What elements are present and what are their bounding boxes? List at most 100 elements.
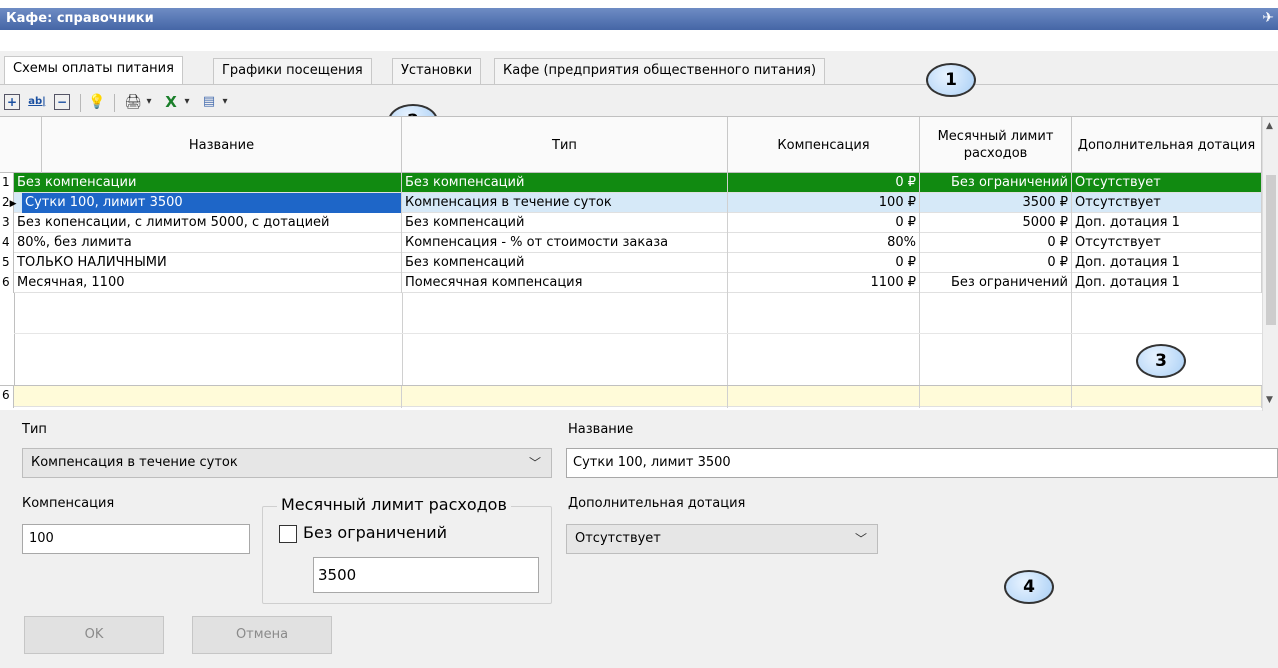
grid-column-line	[919, 293, 920, 385]
cell-limit[interactable]: Без ограничений	[920, 173, 1072, 193]
window-titlebar: Кафе: справочники ✈	[0, 0, 1278, 51]
scrollbar-thumb[interactable]	[1266, 175, 1276, 325]
cell-limit[interactable]: 0 ₽	[920, 233, 1072, 253]
no-limit-label[interactable]: Без ограничений	[303, 523, 447, 542]
cell-compensation[interactable]: 100 ₽	[728, 193, 920, 213]
table-row[interactable]: 4 80%, без лимита Компенсация - % от сто…	[0, 233, 1262, 253]
grid-column-line	[727, 293, 728, 385]
cell-extra[interactable]: Доп. дотация 1	[1072, 273, 1262, 293]
grid-vertical-scrollbar[interactable]: ▲ ▼	[1262, 117, 1278, 411]
no-limit-checkbox[interactable]	[279, 525, 297, 543]
header-extra-subsidy[interactable]: Дополнительная дотация	[1072, 117, 1262, 173]
cell-compensation[interactable]: 1100 ₽	[728, 273, 920, 293]
footer-cell[interactable]	[728, 386, 920, 408]
cancel-button[interactable]: Отмена	[192, 616, 332, 654]
tab-label: Кафе (предприятия общественного питания)	[503, 63, 817, 78]
table-row[interactable]: 1 Без компенсации Без компенсаций 0 ₽ Бе…	[0, 173, 1262, 193]
delete-icon[interactable]: −	[54, 94, 70, 110]
name-input[interactable]: Сутки 100, лимит 3500	[566, 448, 1278, 478]
row-number: 1	[0, 173, 14, 193]
titlebar-strip	[0, 8, 1278, 30]
header-name[interactable]: Название	[42, 117, 402, 173]
tab-cafes[interactable]: Кафе (предприятия общественного питания)	[494, 58, 826, 84]
grid-footer-row[interactable]: 6	[0, 385, 1262, 408]
cell-name[interactable]: 80%, без лимита	[14, 233, 402, 253]
table-row[interactable]: 3 Без копенсации, с лимитом 5000, с дота…	[0, 213, 1262, 233]
toolbar-separator	[80, 94, 81, 112]
cell-name[interactable]: Без компенсации	[14, 173, 402, 193]
footer-cell[interactable]	[1072, 386, 1262, 408]
cell-extra[interactable]: Отсутствует	[1072, 173, 1262, 193]
cell-name[interactable]: Месячная, 1100	[14, 273, 402, 293]
cell-compensation[interactable]: 0 ₽	[728, 213, 920, 233]
help-icon[interactable]: ✈	[1262, 10, 1274, 26]
name-label: Название	[568, 422, 634, 437]
tab-visit-schedules[interactable]: Графики посещения	[213, 58, 372, 84]
cell-limit[interactable]: 3500 ₽	[920, 193, 1072, 213]
row-number: 4	[0, 233, 14, 253]
table-row[interactable]: 6 Месячная, 1100 Помесячная компенсация …	[0, 273, 1262, 293]
excel-icon[interactable]: X	[160, 92, 182, 112]
footer-cell[interactable]	[402, 386, 728, 408]
grid-empty-line	[14, 333, 1262, 334]
monthly-limit-input[interactable]: 3500	[313, 557, 539, 593]
tab-label: Установки	[401, 63, 473, 78]
print-dropdown-icon[interactable]: ▾	[142, 92, 156, 112]
cell-extra[interactable]: Отсутствует	[1072, 193, 1262, 213]
excel-dropdown-icon[interactable]: ▾	[180, 92, 194, 112]
cell-limit[interactable]: 0 ₽	[920, 253, 1072, 273]
table-row[interactable]: 5 ТОЛЬКО НАЛИЧНЫМИ Без компенсаций 0 ₽ 0…	[0, 253, 1262, 273]
chevron-down-icon: ﹀	[528, 456, 541, 470]
cell-type[interactable]: Помесячная компенсация	[402, 273, 728, 293]
row-marker-icon: ▶	[9, 199, 17, 209]
row-number: 3	[0, 213, 14, 233]
print-icon[interactable]: 🖨	[122, 92, 144, 112]
compensation-label: Компенсация	[22, 496, 115, 511]
header-rownum	[0, 117, 42, 173]
cell-name[interactable]: Сутки 100, лимит 3500	[22, 193, 402, 213]
export-dropdown-icon[interactable]: ▾	[218, 92, 232, 112]
scroll-down-icon[interactable]: ▼	[1266, 395, 1273, 405]
cell-type[interactable]: Без компенсаций	[402, 253, 728, 273]
type-combobox[interactable]: Компенсация в течение суток ﹀	[22, 448, 552, 478]
tab-label: Схемы оплаты питания	[13, 61, 174, 76]
tab-settings[interactable]: Установки	[392, 58, 482, 84]
tab-divider	[0, 84, 1278, 85]
cell-type[interactable]: Компенсация - % от стоимости заказа	[402, 233, 728, 253]
export-icon[interactable]: ▤	[198, 92, 220, 112]
grid-column-line	[1071, 293, 1072, 385]
ok-button[interactable]: OK	[24, 616, 164, 654]
cell-name[interactable]: Без копенсации, с лимитом 5000, с дотаци…	[14, 213, 402, 233]
cell-type[interactable]: Без компенсаций	[402, 173, 728, 193]
filter-icon[interactable]: 💡	[86, 92, 108, 112]
cell-extra[interactable]: Отсутствует	[1072, 233, 1262, 253]
footer-cell[interactable]	[920, 386, 1072, 408]
cell-extra[interactable]: Доп. дотация 1	[1072, 253, 1262, 273]
grid-rownum-line	[14, 293, 15, 385]
callout-3: 3	[1136, 344, 1186, 378]
footer-cell[interactable]	[14, 386, 402, 408]
table-row-selected[interactable]: 2▶ Сутки 100, лимит 3500 Компенсация в т…	[0, 193, 1262, 213]
cell-limit[interactable]: 5000 ₽	[920, 213, 1072, 233]
scroll-up-icon[interactable]: ▲	[1266, 121, 1273, 131]
cell-name[interactable]: ТОЛЬКО НАЛИЧНЫМИ	[14, 253, 402, 273]
toolbar-separator	[114, 94, 115, 112]
extra-subsidy-combobox[interactable]: Отсутствует ﹀	[566, 524, 878, 554]
type-combobox-value: Компенсация в течение суток	[31, 455, 238, 470]
compensation-input[interactable]: 100	[22, 524, 250, 554]
window-title: Кафе: справочники	[6, 11, 154, 26]
cell-compensation[interactable]: 0 ₽	[728, 173, 920, 193]
header-compensation[interactable]: Компенсация	[728, 117, 920, 173]
header-monthly-limit[interactable]: Месячный лимит расходов	[920, 117, 1072, 173]
add-icon[interactable]: +	[4, 94, 20, 110]
cell-compensation[interactable]: 0 ₽	[728, 253, 920, 273]
cell-compensation[interactable]: 80%	[728, 233, 920, 253]
cell-type[interactable]: Без компенсаций	[402, 213, 728, 233]
cell-type[interactable]: Компенсация в течение суток	[402, 193, 728, 213]
cell-limit[interactable]: Без ограничений	[920, 273, 1072, 293]
tab-payment-schemes[interactable]: Схемы оплаты питания	[4, 56, 183, 84]
header-type[interactable]: Тип	[402, 117, 728, 173]
edit-icon[interactable]: ab|	[26, 92, 48, 112]
monthly-limit-group-title: Месячный лимит расходов	[277, 495, 511, 514]
cell-extra[interactable]: Доп. дотация 1	[1072, 213, 1262, 233]
